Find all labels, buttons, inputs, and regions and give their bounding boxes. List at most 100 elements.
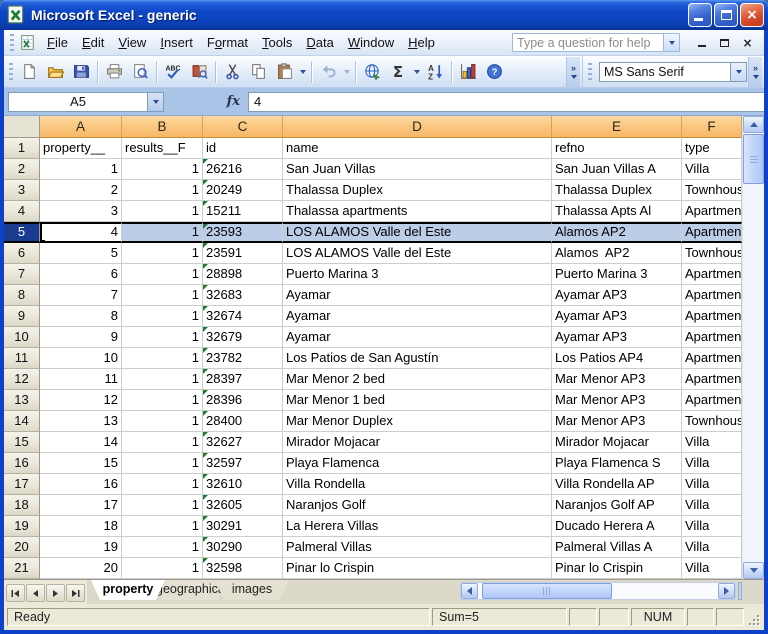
cell-E9[interactable]: Ayamar AP3 (552, 306, 682, 327)
column-header-A[interactable]: A (40, 116, 122, 138)
cell-C19[interactable]: 30291 (203, 516, 283, 537)
cell-F12[interactable]: Apartment (682, 369, 742, 390)
cell-A2[interactable]: 1 (40, 159, 122, 180)
cell-F1[interactable]: type (682, 138, 742, 159)
undo-dropdown-button[interactable] (341, 60, 352, 84)
sort-ascending-button[interactable]: AZ (423, 60, 447, 84)
cell-B1[interactable]: results__F (122, 138, 203, 159)
font-dropdown-button[interactable] (730, 61, 747, 82)
cell-C5[interactable]: 23593 (203, 222, 283, 243)
cell-A10[interactable]: 9 (40, 327, 122, 348)
cell-D8[interactable]: Ayamar (283, 285, 552, 306)
cell-F5[interactable]: Apartment (682, 222, 742, 243)
help-dropdown-button[interactable] (664, 33, 680, 52)
cell-E7[interactable]: Puerto Marina 3 (552, 264, 682, 285)
cell-B6[interactable]: 1 (122, 243, 203, 264)
row-header-16[interactable]: 16 (4, 453, 40, 474)
cell-B2[interactable]: 1 (122, 159, 203, 180)
cell-F19[interactable]: Villa (682, 516, 742, 537)
cell-D20[interactable]: Palmeral Villas (283, 537, 552, 558)
cell-A14[interactable]: 13 (40, 411, 122, 432)
new-workbook-button[interactable] (17, 60, 41, 84)
column-header-D[interactable]: D (283, 116, 552, 138)
insert-function-button[interactable]: fx (192, 94, 248, 109)
cell-F17[interactable]: Villa (682, 474, 742, 495)
row-header-20[interactable]: 20 (4, 537, 40, 558)
menu-insert[interactable]: Insert (153, 32, 200, 53)
cell-B3[interactable]: 1 (122, 180, 203, 201)
cell-A3[interactable]: 2 (40, 180, 122, 201)
cell-C18[interactable]: 32605 (203, 495, 283, 516)
cell-E21[interactable]: Pinar lo Crispin (552, 558, 682, 579)
menu-file[interactable]: File (40, 32, 75, 53)
cell-D1[interactable]: name (283, 138, 552, 159)
cell-D9[interactable]: Ayamar (283, 306, 552, 327)
cell-C9[interactable]: 32674 (203, 306, 283, 327)
cell-A15[interactable]: 14 (40, 432, 122, 453)
cell-A1[interactable]: property__ (40, 138, 122, 159)
cell-F2[interactable]: Villa (682, 159, 742, 180)
tab-split-handle[interactable] (738, 582, 742, 600)
cell-C8[interactable]: 32683 (203, 285, 283, 306)
cell-C3[interactable]: 20249 (203, 180, 283, 201)
cell-F9[interactable]: Apartment (682, 306, 742, 327)
cut-button[interactable] (220, 60, 244, 84)
v-scroll-up-button[interactable] (743, 116, 764, 133)
h-scroll-track[interactable] (478, 583, 718, 599)
toolbar-options-button[interactable]: » (566, 56, 580, 87)
row-header-2[interactable]: 2 (4, 159, 40, 180)
cell-E8[interactable]: Ayamar AP3 (552, 285, 682, 306)
cell-D3[interactable]: Thalassa Duplex (283, 180, 552, 201)
cell-F8[interactable]: Apartment (682, 285, 742, 306)
cell-A21[interactable]: 20 (40, 558, 122, 579)
cell-E15[interactable]: Mirador Mojacar (552, 432, 682, 453)
row-header-9[interactable]: 9 (4, 306, 40, 327)
undo-button[interactable] (316, 60, 340, 84)
cell-B4[interactable]: 1 (122, 201, 203, 222)
cell-B11[interactable]: 1 (122, 348, 203, 369)
cell-B15[interactable]: 1 (122, 432, 203, 453)
row-header-21[interactable]: 21 (4, 558, 40, 579)
cell-C10[interactable]: 32679 (203, 327, 283, 348)
column-header-C[interactable]: C (203, 116, 283, 138)
cell-E5[interactable]: Alamos AP2 (552, 222, 682, 243)
paste-button[interactable] (272, 60, 296, 84)
menubar-grip-handle[interactable] (10, 33, 14, 52)
cell-C1[interactable]: id (203, 138, 283, 159)
menu-view[interactable]: View (111, 32, 153, 53)
cell-F20[interactable]: Villa (682, 537, 742, 558)
sheet-tab-property[interactable]: property (91, 580, 165, 600)
cell-B7[interactable]: 1 (122, 264, 203, 285)
cell-E2[interactable]: San Juan Villas A (552, 159, 682, 180)
resize-grip[interactable] (746, 612, 761, 627)
row-header-1[interactable]: 1 (4, 138, 40, 159)
cell-D7[interactable]: Puerto Marina 3 (283, 264, 552, 285)
cell-B14[interactable]: 1 (122, 411, 203, 432)
column-header-F[interactable]: F (682, 116, 742, 138)
column-header-B[interactable]: B (122, 116, 203, 138)
row-header-15[interactable]: 15 (4, 432, 40, 453)
cell-B10[interactable]: 1 (122, 327, 203, 348)
maximize-button[interactable] (714, 3, 738, 27)
cell-F6[interactable]: Townhouse (682, 243, 742, 264)
paste-dropdown-button[interactable] (297, 60, 308, 84)
cell-B12[interactable]: 1 (122, 369, 203, 390)
cell-B16[interactable]: 1 (122, 453, 203, 474)
cell-F18[interactable]: Villa (682, 495, 742, 516)
cell-F16[interactable]: Villa (682, 453, 742, 474)
cell-C21[interactable]: 32598 (203, 558, 283, 579)
cell-C17[interactable]: 32610 (203, 474, 283, 495)
cell-C16[interactable]: 32597 (203, 453, 283, 474)
save-button[interactable] (69, 60, 93, 84)
formula-input[interactable]: 4 (248, 91, 764, 112)
row-header-10[interactable]: 10 (4, 327, 40, 348)
v-scroll-track[interactable] (743, 184, 764, 562)
cell-A6[interactable]: 5 (40, 243, 122, 264)
cell-D14[interactable]: Mar Menor Duplex (283, 411, 552, 432)
cell-D11[interactable]: Los Patios de San Agustín (283, 348, 552, 369)
cell-E16[interactable]: Playa Flamenca S (552, 453, 682, 474)
row-header-5[interactable]: 5 (4, 222, 40, 243)
cell-F7[interactable]: Apartment (682, 264, 742, 285)
cell-E13[interactable]: Mar Menor AP3 (552, 390, 682, 411)
cell-E4[interactable]: Thalassa Apts Al (552, 201, 682, 222)
